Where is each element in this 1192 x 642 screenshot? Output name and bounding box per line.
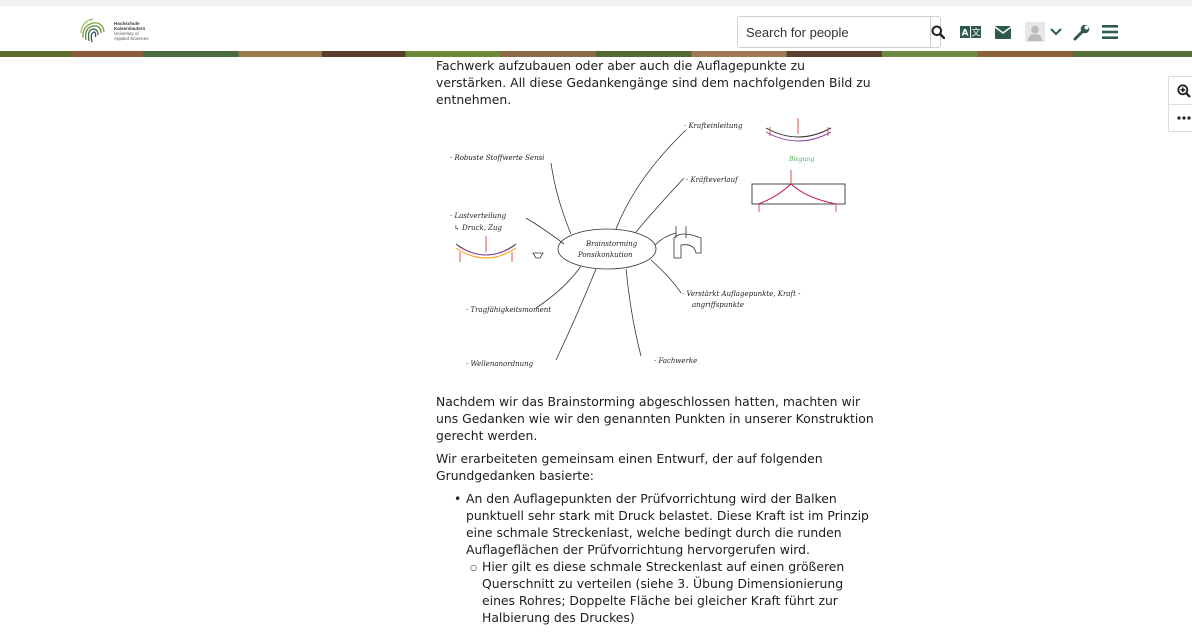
sketch-center-line: Ponsikonkution [577,251,633,259]
list-item: An den Auflagepunkten der Prüfvorrichtun… [454,490,876,626]
people-search [737,16,945,48]
svg-text:文: 文 [971,27,980,39]
intro-paragraph: Fachwerk aufzubauen oder aber auch die A… [436,58,871,107]
sketch-node-label: · Fachwerke [654,357,697,365]
search-icon [931,25,945,39]
wrench-icon [1073,24,1089,40]
sketch-node-label: · Tragfähigkeitsmoment [466,306,551,314]
envelope-icon [995,25,1011,39]
messages-button[interactable] [988,20,1018,44]
fingerprint-logo-icon [80,18,105,43]
list-item-text: Hier gilt es diese schmale Streckenlast … [482,559,845,625]
article-content: Fachwerk aufzubauen oder aber auch die A… [436,57,876,626]
top-navigation-bar: Hochschule Kaiserslautern University of … [0,0,1192,57]
sketch-center-line: Brainstorming [585,240,638,248]
university-logo[interactable]: Hochschule Kaiserslautern University of … [78,12,178,50]
sketch-green-label: Biegung [788,156,814,163]
sketch-node-label: ↳ Druck, Zug [454,224,503,232]
sketch-node-label: · Krafteinleitung [684,122,743,130]
sketch-node-label: · Wellenanordnung [466,360,534,368]
sketch-force-flow [751,170,846,212]
more-button[interactable] [1169,104,1192,131]
search-button[interactable] [930,17,945,47]
zoom-button[interactable] [1169,77,1192,104]
sketch-node-label: · Verstärkt Auflagepunkte, Kraft - [682,290,801,298]
chevron-down-icon [1049,28,1062,36]
brainstorming-sketch: Brainstorming Ponsikonkution · Robuste S… [450,118,846,368]
translate-icon: A 文 [960,26,981,39]
user-menu-button[interactable] [1022,20,1064,44]
paragraph: Wir erarbeiteten gemeinsam einen Entwurf… [436,451,823,483]
sketch-beam-top: Biegung [765,118,832,163]
paragraph: Nachdem wir das Brainstorming abgeschlos… [436,394,874,443]
main-menu-button[interactable] [1098,20,1122,44]
sketch-node-label: angriffspunkte [692,301,744,309]
list-item-text: An den Auflagepunkten der Prüfvorrichtun… [466,491,869,557]
sketch-node-label: · Kräfteverlauf [686,176,739,184]
search-input[interactable] [738,17,930,47]
side-toolbar [1168,76,1192,132]
tools-button[interactable] [1068,20,1094,44]
logo-line: Applied Sciences [114,36,149,41]
sketch-node-label: · Robuste Stoffwerte Sensi [450,154,544,162]
more-dots-icon [1176,116,1191,120]
hamburger-menu-icon [1102,25,1118,39]
svg-text:A: A [962,29,969,39]
logo-text: Hochschule Kaiserslautern University of … [114,21,149,41]
zoom-in-icon [1176,83,1191,98]
sub-list: Hier gilt es diese schmale Streckenlast … [470,558,876,626]
sub-list-item: Hier gilt es diese schmale Streckenlast … [470,558,876,626]
user-toolbar: A 文 [958,20,1122,44]
sketch-node-label: · Lastverteilung [450,212,507,220]
user-avatar-icon [1024,22,1045,42]
bullet-list: An den Auflagepunkten der Prüfvorrichtun… [454,490,876,626]
translate-button[interactable]: A 文 [958,20,984,44]
sketch-beam-left [455,236,517,262]
